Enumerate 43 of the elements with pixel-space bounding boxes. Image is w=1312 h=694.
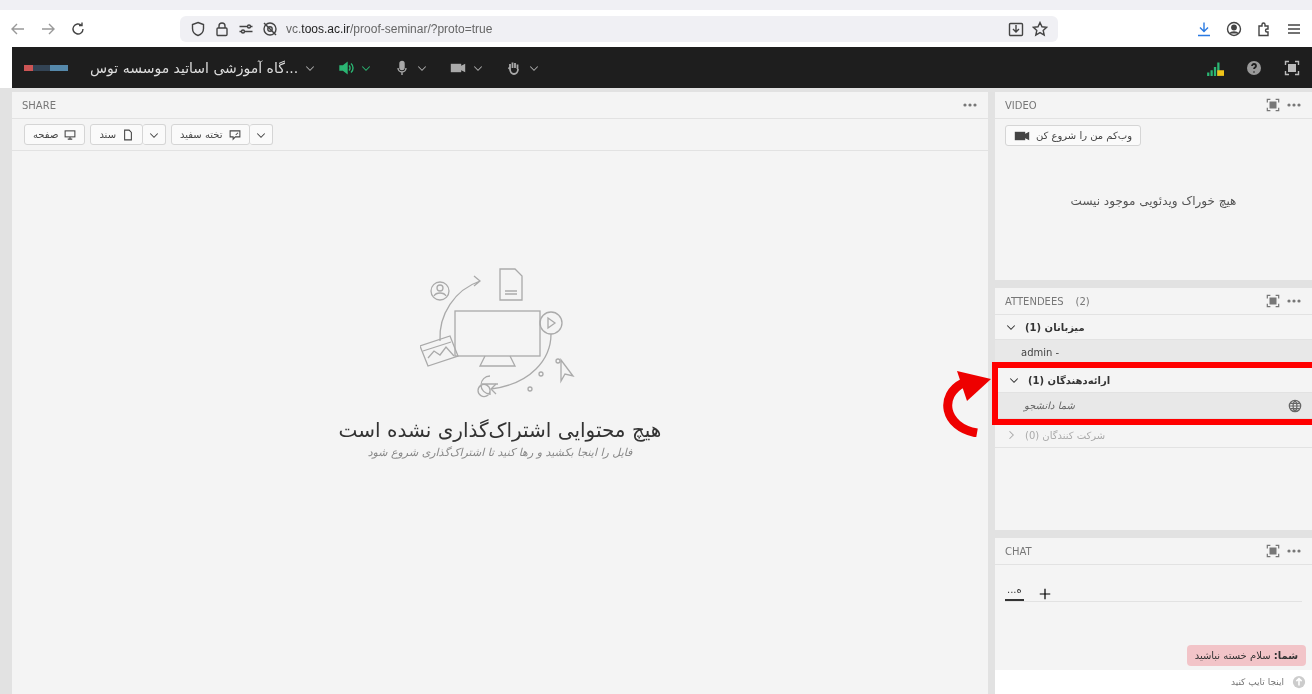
star-icon[interactable] <box>1032 20 1048 37</box>
attendee-count: (2) <box>1075 295 1090 307</box>
share-whiteboard-button[interactable]: تخته سفید <box>171 124 250 145</box>
address-bar[interactable]: vc.toos.ac.ir/proof-seminar/?proto=true <box>180 15 1058 42</box>
start-webcam-button[interactable]: وب‌کم من را شروع کن <box>1005 125 1141 146</box>
maximize-icon[interactable] <box>1266 98 1280 112</box>
panel-title: VIDEO <box>1005 99 1037 111</box>
whiteboard-icon <box>228 128 241 141</box>
maximize-icon[interactable] <box>1266 544 1280 558</box>
no-video-message: هیچ خوراک ویدئویی موجود نیست <box>1070 194 1237 208</box>
meeting-title: ...گاه آموزشی اساتید موسسه توس <box>90 59 299 76</box>
help-icon[interactable] <box>1246 59 1262 76</box>
mic-menu-button[interactable] <box>394 59 429 76</box>
account-icon[interactable] <box>1226 20 1242 37</box>
plus-icon[interactable] <box>1037 587 1052 601</box>
chat-tab[interactable]: ...ه <box>1005 584 1024 601</box>
panel-title: CHAT <box>1005 545 1032 557</box>
url-text: vc.toos.ac.ir/proof-seminar/?proto=true <box>286 21 494 36</box>
empty-state-title: هیچ محتوایی اشتراک‌گذاری نشده است <box>338 418 662 442</box>
attendee-name: شما دانشجو <box>1024 400 1076 411</box>
globe-icon <box>1288 398 1302 413</box>
chat-message: شما: سلام خسته نباشید <box>1186 645 1306 666</box>
lock-icon <box>214 20 230 37</box>
attendee-name: admin - <box>1021 347 1061 358</box>
maximize-icon[interactable] <box>1266 294 1280 308</box>
panel-title: SHARE <box>22 99 56 111</box>
save-page-icon[interactable] <box>1008 20 1024 37</box>
puzzle-icon[interactable] <box>1256 20 1272 37</box>
download-icon[interactable] <box>1196 20 1212 37</box>
panel-title: ATTENDEES <box>1005 295 1064 307</box>
logo <box>24 64 68 71</box>
share-screen-button[interactable]: صفحه <box>24 124 86 145</box>
tracking-blocked-icon <box>262 20 278 37</box>
chat-input-field[interactable]: اینجا تایپ کنید <box>995 670 1312 694</box>
empty-state-hint: فایل را اینجا بکشید و رها کنید تا اشتراک‌گذاری شروع شود <box>367 446 633 459</box>
monitor-icon <box>64 128 77 141</box>
share-document-button[interactable]: سند <box>90 124 144 145</box>
fullscreen-icon[interactable] <box>1284 59 1300 76</box>
speaker-icon <box>338 59 355 76</box>
document-icon <box>122 128 135 141</box>
speaker-menu-button[interactable] <box>338 59 373 76</box>
reload-icon[interactable] <box>70 20 86 37</box>
shield-icon <box>190 20 206 37</box>
